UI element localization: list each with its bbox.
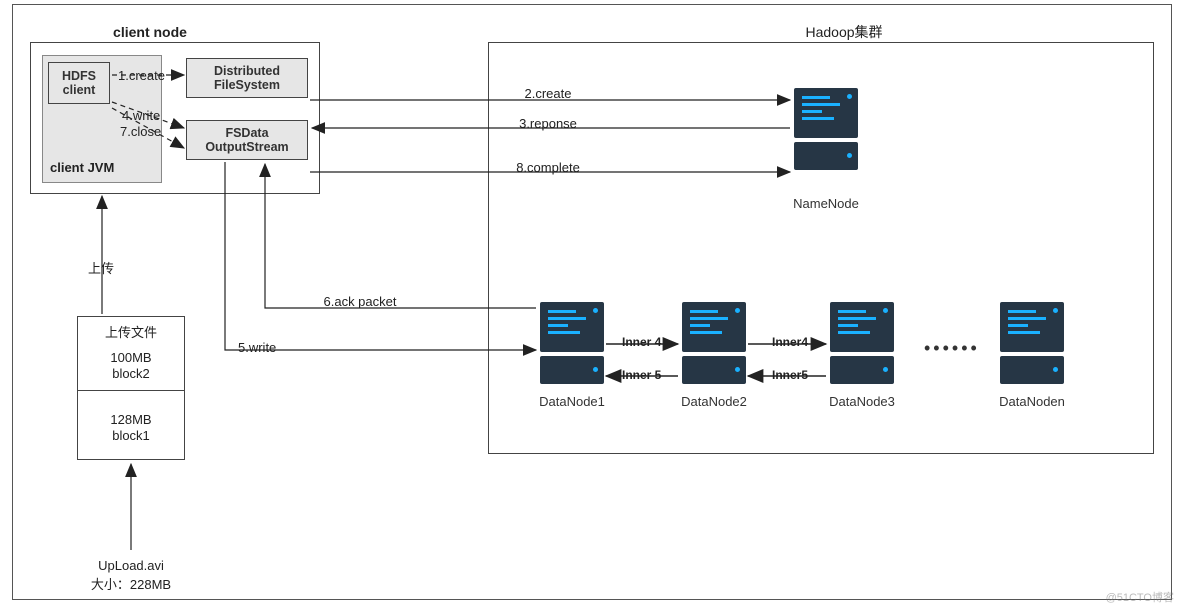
namenode-server-icon <box>794 88 858 170</box>
datanode2-server-icon <box>682 302 746 384</box>
edge-4-write: 4.write <box>122 108 160 123</box>
edge-1-create: 1.create <box>118 68 165 83</box>
datanoden-label: DataNoden <box>999 394 1065 409</box>
distributed-fs-box: Distributed FileSystem <box>186 58 308 98</box>
edge-8-complete: 8.complete <box>516 160 580 175</box>
edge-inner5b: Inner5 <box>772 368 808 382</box>
edge-2-create: 2.create <box>525 86 572 101</box>
edge-inner4b: Inner4 <box>772 335 808 349</box>
hadoop-title: Hadoop集群 <box>805 22 882 42</box>
datanoden-server-icon <box>1000 302 1064 384</box>
datanode1-label: DataNode1 <box>539 394 605 409</box>
datanode2-label: DataNode2 <box>681 394 747 409</box>
hdfs-client-box: HDFS client <box>48 62 110 104</box>
client-node-title: client node <box>113 24 187 40</box>
edge-6-ack: 6.ack packet <box>324 294 397 309</box>
edge-3-reponse: 3.reponse <box>519 116 577 131</box>
edge-inner5a: Inner 5 <box>622 368 661 382</box>
upload-file-size: 大小：228MB <box>91 574 171 593</box>
edge-5-write: 5.write <box>238 340 276 355</box>
fsdata-out-box: FSData OutputStream <box>186 120 308 160</box>
block2-size: 100MB <box>110 350 151 365</box>
datanode3-label: DataNode3 <box>829 394 895 409</box>
upload-file-title: 上传文件 <box>105 322 157 341</box>
client-jvm-label: client JVM <box>50 160 114 175</box>
block-divider <box>77 390 185 391</box>
ellipsis: •••••• <box>924 338 980 359</box>
watermark: @51CTO博客 <box>1106 589 1174 605</box>
edge-inner4a: Inner 4 <box>622 335 661 349</box>
namenode-label: NameNode <box>793 196 859 211</box>
block2-name: block2 <box>112 366 150 381</box>
block1-size: 128MB <box>110 412 151 427</box>
datanode3-server-icon <box>830 302 894 384</box>
upload-edge-label: 上传 <box>88 258 114 277</box>
edge-7-close: 7.close <box>120 124 161 139</box>
upload-file-name: UpLoad.avi <box>98 558 164 573</box>
block1-name: block1 <box>112 428 150 443</box>
datanode1-server-icon <box>540 302 604 384</box>
